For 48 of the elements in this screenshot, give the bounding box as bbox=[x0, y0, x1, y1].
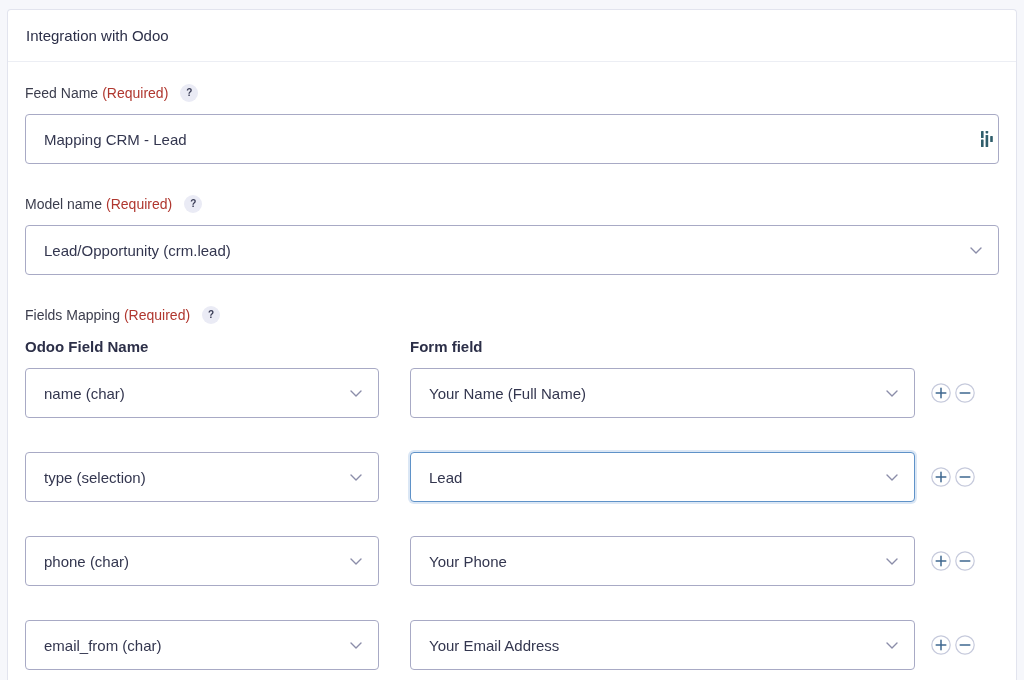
chevron-down-icon bbox=[350, 389, 362, 397]
panel-title: Integration with Odoo bbox=[26, 27, 169, 44]
minus-circle-icon bbox=[955, 635, 975, 655]
chevron-down-icon bbox=[350, 473, 362, 481]
chevron-down-icon bbox=[350, 557, 362, 565]
add-row-button[interactable] bbox=[931, 467, 951, 487]
select-dropdown[interactable]: email_from (char) bbox=[25, 620, 379, 670]
required-note: (Required) bbox=[123, 307, 191, 323]
select-dropdown[interactable]: Lead/Opportunity (crm.lead) bbox=[25, 225, 999, 275]
plus-circle-icon bbox=[931, 467, 951, 487]
vertical-bars-icon bbox=[981, 131, 993, 147]
add-row-button[interactable] bbox=[931, 383, 951, 403]
select-dropdown[interactable]: Lead bbox=[410, 452, 915, 502]
select-dropdown[interactable]: phone (char) bbox=[25, 536, 379, 586]
minus-circle-icon bbox=[955, 551, 975, 571]
help-button[interactable]: ? bbox=[180, 84, 199, 102]
chevron-down-icon bbox=[970, 246, 982, 254]
add-row-button[interactable] bbox=[931, 551, 951, 571]
chevron-down-icon bbox=[886, 473, 898, 481]
column-header: Odoo Field Name bbox=[25, 337, 150, 355]
remove-row-button[interactable] bbox=[955, 551, 975, 571]
text-field[interactable]: Mapping CRM - Lead bbox=[25, 114, 999, 164]
plus-circle-icon bbox=[931, 635, 951, 655]
minus-circle-icon bbox=[955, 383, 975, 403]
required-note: (Required) bbox=[106, 196, 173, 212]
remove-row-button[interactable] bbox=[955, 467, 975, 487]
select-dropdown[interactable]: Your Email Address bbox=[410, 620, 915, 670]
select-dropdown[interactable]: name (char) bbox=[25, 368, 379, 418]
column-header: Form field bbox=[410, 337, 484, 355]
help-button[interactable]: ? bbox=[184, 195, 203, 213]
required-note: (Required) bbox=[102, 85, 169, 101]
chevron-down-icon bbox=[350, 641, 362, 649]
remove-row-button[interactable] bbox=[955, 635, 975, 655]
chevron-down-icon bbox=[886, 641, 898, 649]
select-dropdown[interactable]: Your Name (Full Name) bbox=[410, 368, 915, 418]
select-dropdown[interactable]: Your Phone bbox=[410, 536, 915, 586]
field-label: Fields Mapping bbox=[25, 307, 120, 323]
add-row-button[interactable] bbox=[931, 635, 951, 655]
chevron-down-icon bbox=[886, 389, 898, 397]
chevron-down-icon bbox=[886, 557, 898, 565]
select-dropdown[interactable]: type (selection) bbox=[25, 452, 379, 502]
plus-circle-icon bbox=[931, 551, 951, 571]
field-label: Feed Name bbox=[25, 85, 99, 101]
help-button[interactable]: ? bbox=[202, 306, 221, 324]
plus-circle-icon bbox=[931, 383, 951, 403]
remove-row-button[interactable] bbox=[955, 383, 975, 403]
field-label: Model name bbox=[25, 196, 103, 212]
minus-circle-icon bbox=[955, 467, 975, 487]
